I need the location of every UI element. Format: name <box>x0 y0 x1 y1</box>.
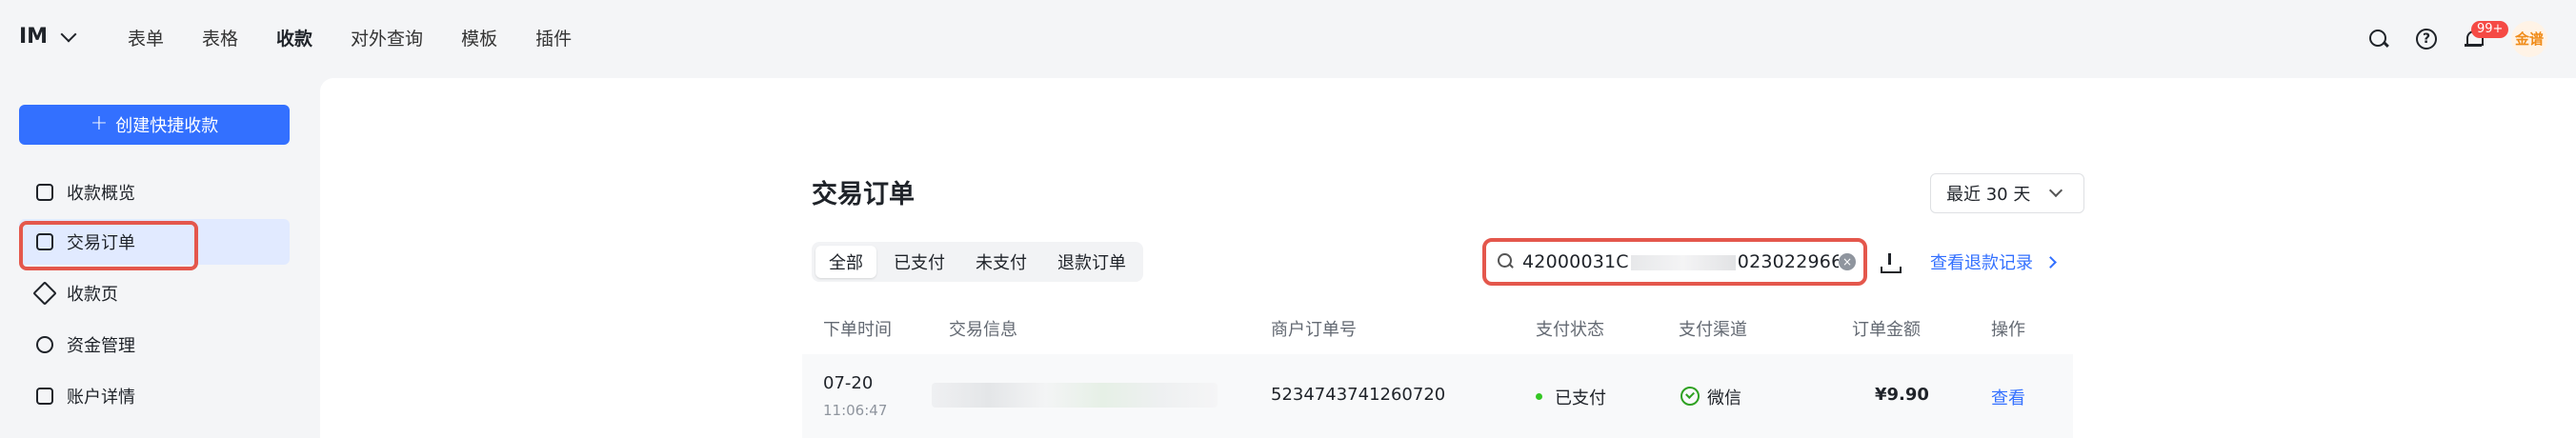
column-header-order-amount: 订单金额 <box>1852 320 1921 340</box>
sidebar-item-label: 账户详情 <box>67 388 135 408</box>
refund-records-link[interactable]: 查看退款记录 <box>1930 249 2057 274</box>
payment-status: 已支付 <box>1555 388 1606 408</box>
avatar[interactable]: 金谱 <box>2511 21 2547 57</box>
tab-unpaid[interactable]: 未支付 <box>962 246 1040 278</box>
top-actions: ? 99+ 金谱 <box>2366 21 2547 57</box>
sidebar-item-payment-pages[interactable]: 收款页 <box>19 270 290 316</box>
sidebar-item-label: 资金管理 <box>67 336 135 356</box>
search-input-value: 42000031C02302296646 <box>1522 251 1839 272</box>
search-icon <box>1498 253 1515 270</box>
payment-channel: 微信 <box>1707 388 1741 408</box>
page-title: 交易订单 <box>812 180 915 209</box>
column-header-action: 操作 <box>1991 320 2025 340</box>
sidebar-item-account[interactable]: 账户详情 <box>19 373 290 419</box>
view-order-link[interactable]: 查看 <box>1991 385 2025 409</box>
brand-name: IM <box>19 25 49 49</box>
chevron-down-icon <box>60 26 77 42</box>
top-bar: IM 表单 表格 收款 对外查询 模板 插件 ? 99+ 金谱 <box>0 0 2576 76</box>
redacted-segment <box>1630 254 1736 270</box>
column-header-merchant-order-no: 商户订单号 <box>1271 320 1357 340</box>
tab-refund[interactable]: 退款订单 <box>1044 246 1139 278</box>
wechat-icon <box>1680 387 1700 406</box>
sidebar-item-funds[interactable]: 资金管理 <box>19 322 290 368</box>
money-icon <box>36 336 53 353</box>
sidebar-item-label: 收款页 <box>67 285 118 305</box>
order-time: 11:06:47 <box>823 402 888 419</box>
help-icon[interactable]: ? <box>2416 29 2437 50</box>
create-button-label: 创建快捷收款 <box>115 116 219 136</box>
tab-paid[interactable]: 已支付 <box>880 246 958 278</box>
clear-icon[interactable]: × <box>1839 253 1856 270</box>
nav-item-plugins[interactable]: 插件 <box>535 25 572 50</box>
refund-records-label: 查看退款记录 <box>1930 253 2033 273</box>
date-range-select[interactable]: 最近 30 天 <box>1930 173 2084 213</box>
chevron-down-icon <box>2049 183 2063 198</box>
wallet-icon <box>36 388 53 405</box>
brand-switcher[interactable]: IM <box>19 25 77 49</box>
column-header-order-time: 下单时间 <box>823 320 892 340</box>
top-nav: 表单 表格 收款 对外查询 模板 插件 <box>128 25 572 50</box>
bag-icon <box>36 184 53 201</box>
nav-item-external-query[interactable]: 对外查询 <box>351 25 423 50</box>
sidebar-item-overview[interactable]: 收款概览 <box>19 169 290 215</box>
tab-all[interactable]: 全部 <box>815 246 876 278</box>
chevron-right-icon <box>2044 255 2057 269</box>
nav-item-payment[interactable]: 收款 <box>276 25 312 50</box>
status-tabs: 全部 已支付 未支付 退款订单 <box>812 242 1143 282</box>
layers-icon <box>32 281 57 306</box>
column-header-transaction-info: 交易信息 <box>949 320 1017 340</box>
date-range-value: 最近 30 天 <box>1946 185 2031 205</box>
order-amount: ¥9.90 <box>1875 385 1929 405</box>
status-dot <box>1536 393 1542 400</box>
redacted-transaction-info <box>932 383 1218 408</box>
notification-badge: 99+ <box>2471 21 2509 38</box>
plus-icon: + <box>90 111 109 135</box>
search-input[interactable]: 42000031C02302296646 × <box>1482 238 1867 286</box>
column-header-payment-channel: 支付渠道 <box>1679 320 1747 340</box>
highlight-box <box>19 221 198 270</box>
nav-item-form[interactable]: 表单 <box>128 25 164 50</box>
merchant-order-number: 5234743741260720 <box>1271 385 1446 405</box>
search-icon[interactable] <box>2366 27 2391 51</box>
bell-icon[interactable]: 99+ <box>2462 21 2509 51</box>
column-header-payment-status: 支付状态 <box>1536 320 1604 340</box>
nav-item-templates[interactable]: 模板 <box>461 25 497 50</box>
create-quick-payment-button[interactable]: + 创建快捷收款 <box>19 105 290 145</box>
nav-item-table[interactable]: 表格 <box>202 25 238 50</box>
sidebar-item-label: 收款概览 <box>67 184 135 204</box>
download-icon[interactable] <box>1881 253 1902 273</box>
order-date: 07-20 <box>823 373 874 393</box>
